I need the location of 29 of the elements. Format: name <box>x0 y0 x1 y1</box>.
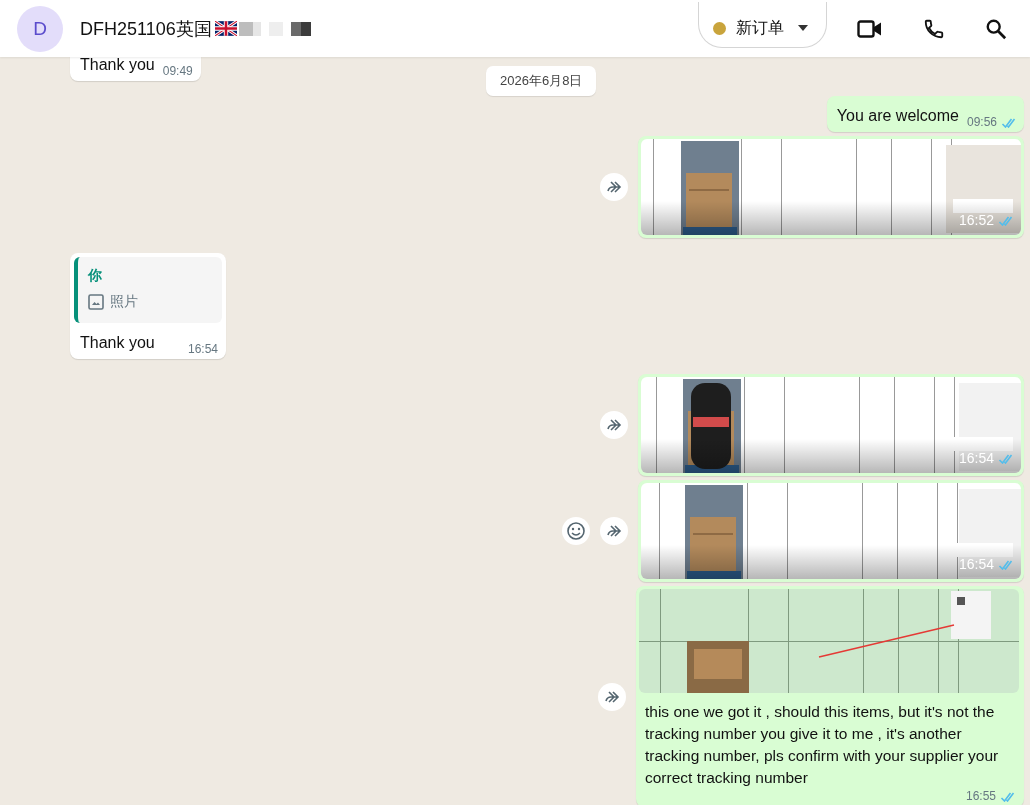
message-time: 16:55 <box>965 789 996 803</box>
forward-icon[interactable] <box>600 411 628 439</box>
message-text: Thank you <box>80 57 155 75</box>
message-time: 16:54 <box>958 449 994 467</box>
avatar[interactable]: D <box>17 5 63 52</box>
emoji-icon[interactable] <box>562 517 590 545</box>
message-time: 16:52 <box>958 211 994 229</box>
flag-icon <box>214 21 237 36</box>
caret-icon <box>798 25 808 31</box>
quote-author: 你 <box>88 267 103 285</box>
date-chip: 2026年6月8日 <box>486 66 597 96</box>
image-icon <box>88 294 104 310</box>
message-text: this one we got it , should this items, but it's not the tracking number you give it to me , it's another tracking number, pls confirm with your supplier your correct tracking number <box>644 702 1000 788</box>
message-time: 16:54 <box>958 555 994 573</box>
forward-icon[interactable] <box>600 517 628 545</box>
search-icon[interactable] <box>985 17 1007 40</box>
message-text: Thank you <box>80 333 155 353</box>
message-time: 09:56 <box>966 115 997 129</box>
forward-icon[interactable] <box>600 173 628 201</box>
video-call-icon[interactable] <box>857 18 883 39</box>
label-dropdown[interactable]: 新订单 <box>698 1 827 48</box>
forward-icon[interactable] <box>598 682 626 711</box>
quoted-message[interactable]: 你 照片 <box>74 257 222 323</box>
message-time: 16:54 <box>187 342 218 356</box>
quote-text: 照片 <box>110 293 138 311</box>
message-text: You are welcome <box>836 106 959 126</box>
contact-name: DFH251106英国 <box>80 17 212 41</box>
phone-icon[interactable] <box>923 17 945 40</box>
message-time: 09:49 <box>162 64 193 78</box>
